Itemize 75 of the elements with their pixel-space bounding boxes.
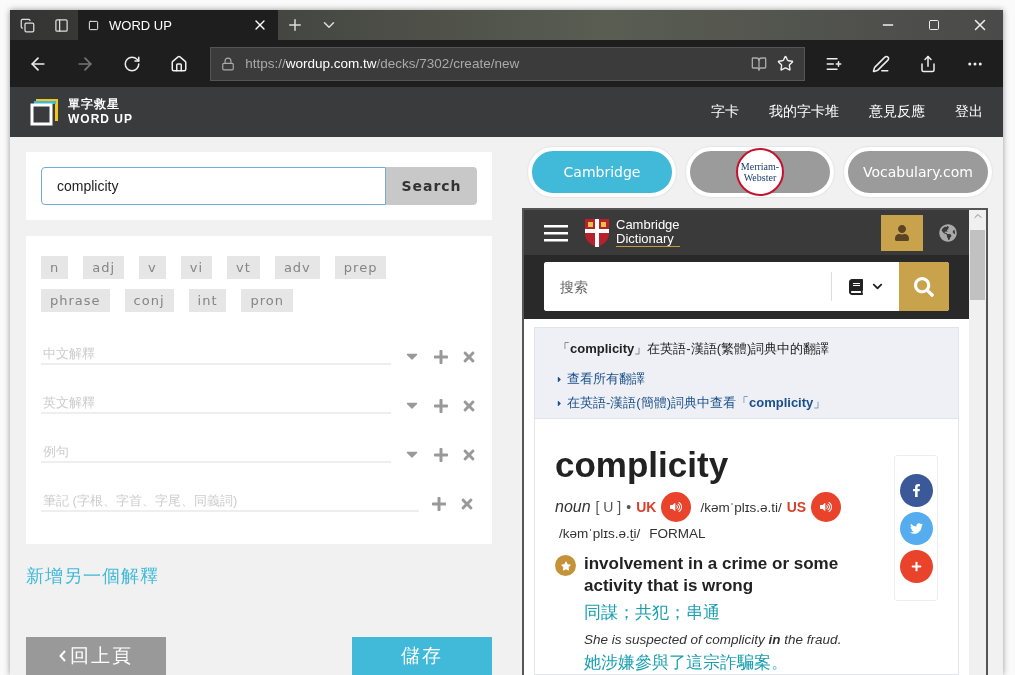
pos-tag[interactable]: phrase: [41, 289, 110, 312]
back-button[interactable]: 回上頁: [26, 637, 166, 675]
tab-title: WORD UP: [109, 17, 173, 33]
plus-icon[interactable]: [433, 349, 449, 365]
dictionary-tab[interactable]: Merriam-Webster: [686, 147, 834, 197]
pos-tag[interactable]: vt: [227, 256, 260, 279]
plus-icon[interactable]: [433, 398, 449, 414]
site-logo-text[interactable]: 單字救星 WORD UP: [68, 97, 133, 127]
star-icon[interactable]: [776, 55, 794, 72]
dictionary-search-field[interactable]: 搜索: [544, 262, 949, 311]
chevron-down-icon: [872, 281, 883, 292]
search-button[interactable]: [899, 262, 949, 311]
pos-tag[interactable]: n: [41, 256, 69, 279]
pos-tag[interactable]: pron: [241, 289, 293, 312]
pos-tag[interactable]: prep: [334, 256, 387, 279]
nav-link[interactable]: 字卡: [711, 103, 739, 121]
tab-page-icon: [88, 19, 99, 31]
search-field[interactable]: complicity: [41, 167, 386, 205]
book-icon: [848, 278, 864, 295]
pos-tag[interactable]: conj: [124, 289, 174, 312]
nav-link[interactable]: 意見反應: [869, 103, 925, 121]
register-label: FORMAL: [649, 526, 706, 541]
translation-heading: 「complicity」在英語-漢語(繁體)詞典中的翻譯: [556, 340, 831, 358]
region-label: UK: [636, 499, 657, 515]
lock-icon: [221, 56, 236, 71]
separator: •: [626, 499, 632, 515]
nav-link[interactable]: 登出: [955, 103, 983, 121]
address-bar[interactable]: https://wordup.com.tw/decks/7302/create/new: [210, 46, 805, 81]
pos-tag[interactable]: int: [188, 289, 227, 312]
scrollbar-thumb[interactable]: [970, 230, 985, 300]
translation-link[interactable]: 查看所有翻譯: [567, 370, 645, 388]
example-sentence: She is suspected of complicity in the fraud.: [584, 632, 843, 647]
grammar-code: [ U ]: [595, 499, 622, 515]
plus-icon: [910, 560, 922, 572]
dictionary-logo-text[interactable]: Cambridge Dictionary: [616, 218, 680, 247]
pos-tag[interactable]: vi: [180, 256, 213, 279]
chevron-left-icon: [59, 650, 66, 662]
audio-button[interactable]: [661, 492, 692, 522]
twitter-icon: [909, 521, 923, 535]
search-icon: [914, 276, 934, 297]
translation: 同謀；共犯；串通: [584, 602, 721, 624]
audio-button[interactable]: [811, 492, 842, 522]
speaker-icon: [670, 501, 683, 513]
share-button[interactable]: [899, 549, 933, 583]
part-of-speech: noun: [555, 498, 591, 516]
plus-icon[interactable]: [431, 496, 447, 512]
example-translation: 她涉嫌參與了這宗詐騙案。: [584, 652, 789, 674]
headword: complicity: [555, 445, 730, 485]
pos-tag[interactable]: adv: [274, 256, 320, 279]
crest-icon: [584, 217, 610, 248]
pos-tag[interactable]: adj: [83, 256, 125, 279]
reading-view-icon[interactable]: [750, 55, 767, 72]
translation-link[interactable]: 在英語-漢語(簡體)詞典中查看「complicity」: [567, 394, 827, 412]
dictionary-tab[interactable]: Cambridge: [528, 147, 676, 197]
globe-icon[interactable]: [939, 223, 957, 242]
caret-right-icon: [555, 398, 564, 408]
share-button[interactable]: [899, 473, 933, 507]
user-button[interactable]: [881, 214, 923, 251]
speaker-icon: [820, 501, 833, 513]
add-definition-link[interactable]: 新增另一個解釋: [26, 564, 159, 588]
pronunciation: /kəmˈplɪs.ə.ti/: [700, 499, 782, 515]
search-button[interactable]: Search: [386, 167, 477, 205]
save-button[interactable]: 儲存: [352, 637, 492, 675]
definition: involvement in a crime or some activity that is wrong: [584, 553, 840, 597]
logo-icon: [30, 97, 60, 127]
pos-tag[interactable]: v: [139, 256, 166, 279]
nav-link[interactable]: 我的字卡堆: [769, 103, 839, 121]
region-label: US: [786, 499, 807, 515]
plus-icon[interactable]: [433, 447, 449, 463]
user-icon: [894, 224, 910, 241]
caret-right-icon: [555, 374, 564, 384]
menu-icon[interactable]: [544, 223, 568, 242]
pronunciation: /kəmˈplɪs.ə.t̬i/: [559, 526, 641, 541]
browser-tab[interactable]: WORD UP: [78, 10, 278, 40]
dictionary-tab[interactable]: Vocabulary.com: [844, 147, 992, 197]
